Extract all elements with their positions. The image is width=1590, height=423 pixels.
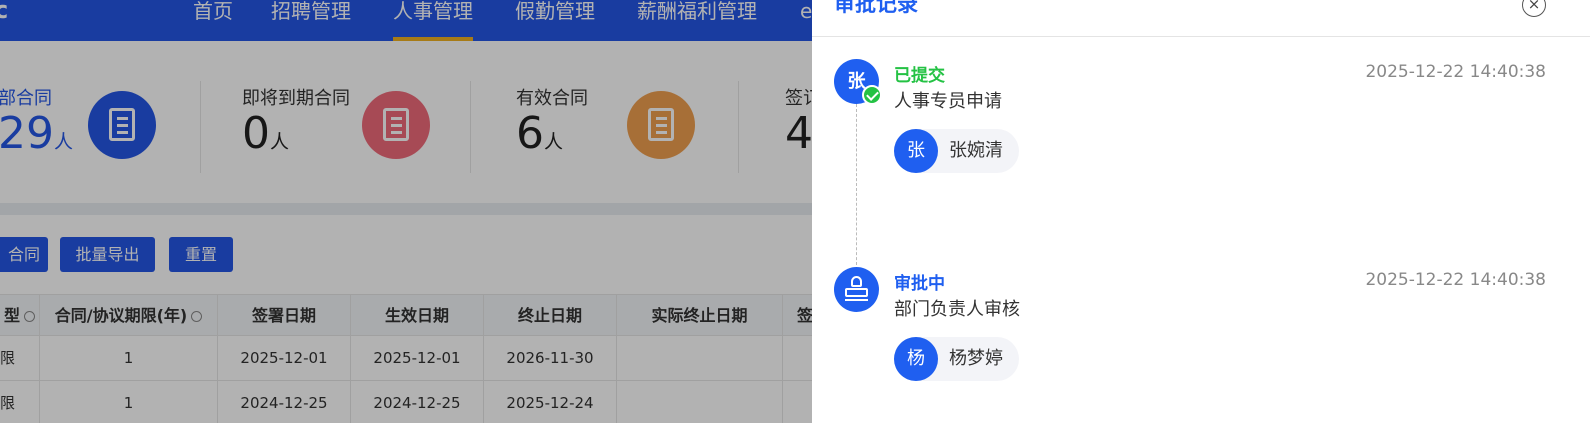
drawer-title: 审批记录: [834, 0, 918, 16]
avatar: 杨: [894, 337, 938, 381]
person-chip: 张 张婉清: [894, 129, 1019, 173]
close-icon[interactable]: ×: [1522, 0, 1546, 17]
approval-record-drawer: 审批记录 × 张 已提交 人事专员申请 2025-12-22 14:40:38 …: [812, 0, 1590, 423]
step-status: 审批中: [894, 274, 945, 294]
stage: c 首页 招聘管理 人事管理 假勤管理 薪酬福利管理 e 部合同 29人 即将到…: [0, 0, 1590, 423]
drawer-header: 审批记录 ×: [812, 0, 1590, 37]
person-chip: 杨 杨梦婷: [894, 337, 1019, 381]
avatar: 张: [894, 129, 938, 173]
person-name: 杨梦婷: [949, 348, 1003, 369]
timeline-connector: [856, 104, 857, 270]
modal-overlay[interactable]: [0, 0, 812, 423]
check-icon: [862, 85, 882, 105]
step-time: 2025-12-22 14:40:38: [1365, 62, 1546, 82]
step-description: 人事专员申请: [894, 91, 1002, 112]
stamp-icon: [845, 276, 868, 302]
timeline-node-submitted: 张: [834, 59, 882, 105]
person-name: 张婉清: [949, 140, 1003, 161]
step-description: 部门负责人审核: [894, 299, 1020, 320]
step-status: 已提交: [894, 66, 945, 86]
step-time: 2025-12-22 14:40:38: [1365, 270, 1546, 290]
timeline-node-in-review: [834, 267, 879, 312]
